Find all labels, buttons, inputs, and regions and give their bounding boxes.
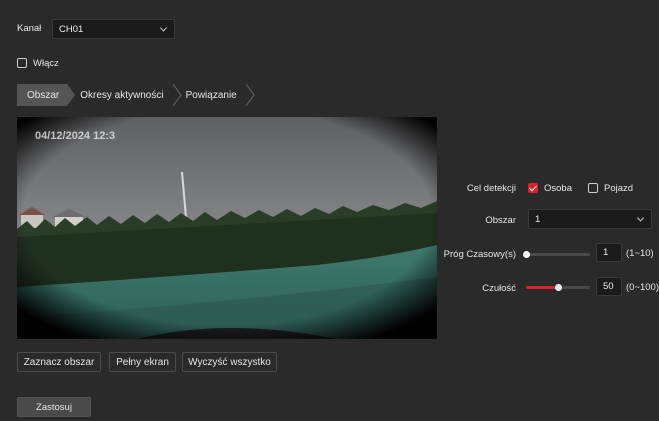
video-preview[interactable]: 04/12/2024 12:3 [17, 117, 437, 339]
enable-label: Włącz [33, 58, 59, 69]
mark-area-button[interactable]: Zaznacz obszar [17, 352, 101, 372]
tab-schedule[interactable]: Okresy aktywności [75, 84, 171, 106]
detection-target-label: Cel detekcji [466, 183, 516, 194]
person-checkbox[interactable] [528, 183, 538, 193]
tab-separator [245, 84, 255, 106]
tab-separator [172, 84, 182, 106]
chevron-down-icon [636, 214, 645, 222]
threshold-value: 1 [603, 247, 609, 258]
sensitivity-slider-fill [526, 286, 558, 289]
vehicle-checkbox[interactable] [588, 183, 598, 193]
tab-bar: Obszar Okresy aktywności Powiązanie [17, 84, 255, 106]
channel-select[interactable]: CH01 [52, 19, 175, 39]
person-label: Osoba [544, 183, 572, 194]
tab-linkage-label: Powiązanie [185, 89, 237, 101]
tab-linkage[interactable]: Powiązanie [182, 84, 245, 106]
threshold-range: (1~10) [626, 248, 654, 259]
chevron-down-icon [159, 24, 168, 32]
vehicle-label: Pojazd [604, 183, 634, 194]
sensitivity-value: 50 [603, 281, 614, 292]
area-label: Obszar [485, 215, 516, 226]
area-value: 1 [535, 213, 541, 225]
channel-label: Kanał [17, 23, 42, 34]
tab-area-label: Obszar [27, 89, 60, 101]
sensitivity-slider-knob[interactable] [555, 284, 562, 291]
threshold-slider-knob[interactable] [523, 251, 530, 258]
sensitivity-range: (0~100) [626, 282, 659, 293]
apply-button[interactable]: Zastosuj [17, 397, 91, 417]
tab-area[interactable]: Obszar [17, 84, 68, 106]
threshold-slider[interactable] [526, 253, 590, 256]
area-select[interactable]: 1 [528, 209, 652, 229]
threshold-input[interactable]: 1 [596, 243, 622, 262]
clear-all-button[interactable]: Wyczyść wszystko [182, 352, 277, 372]
fullscreen-button[interactable]: Pełny ekran [109, 352, 176, 372]
sensitivity-label: Czułość [482, 283, 516, 294]
camera-scene: 04/12/2024 12:3 [17, 117, 437, 339]
tab-separator [67, 84, 76, 106]
channel-value: CH01 [59, 23, 84, 35]
enable-checkbox[interactable] [17, 58, 27, 68]
sensitivity-input[interactable]: 50 [596, 277, 622, 296]
tab-schedule-label: Okresy aktywności [80, 89, 164, 101]
threshold-label: Próg Czasowy(s) [443, 249, 516, 260]
video-timestamp: 04/12/2024 12:3 [35, 130, 115, 142]
